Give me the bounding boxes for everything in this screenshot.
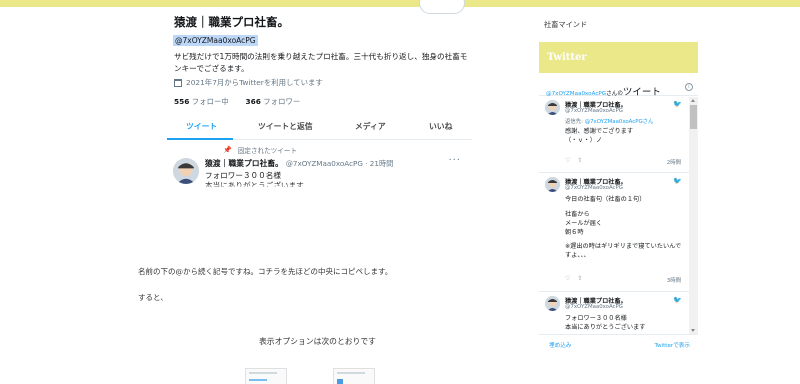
tweet-time[interactable]: 3時間 — [667, 276, 681, 284]
pinned-label-text: 固定されたツイート — [237, 147, 298, 155]
timeline-tweet[interactable]: 猿渡｜職業プロ社畜。 @7xOYZMaa0xoAcPG 🐦 今日の社畜句（社畜の… — [539, 174, 689, 292]
tweet-time[interactable]: 2時間 — [667, 158, 681, 166]
tab-tweets[interactable]: ツイート — [186, 121, 217, 132]
tweet-actions: ♡ ⇧ — [565, 275, 589, 282]
display-option-thumbnail — [245, 368, 287, 384]
fade-overlay — [167, 183, 472, 191]
tweet-text-line: 本当にありがとうございます — [565, 324, 646, 331]
share-icon[interactable]: ⇧ — [577, 275, 582, 282]
profile-bio: サビ残だけで1万時間の法則を乗り越えたプロ社畜。三十代も折り返し、独身の社畜モン… — [174, 52, 468, 73]
timeline-tweet[interactable]: 猿渡｜職業プロ社畜。 @7xOYZMaa0xoAcPG 🐦 フォロワー３００名様… — [539, 293, 689, 334]
pinned-tweet-line1: フォロワー３００名様 — [205, 171, 281, 180]
timeline-body[interactable]: 猿渡｜職業プロ社畜。 @7xOYZMaa0xoAcPG 🐦 返信先: @7xOY… — [539, 97, 698, 334]
sidebar-category-link[interactable]: 社畜マインド — [544, 20, 587, 30]
pinned-tweet-author: 猿渡｜職業プロ社畜。 @7xOYZMaa0xoAcPG · 21時間 — [205, 158, 393, 169]
avatar[interactable] — [545, 100, 560, 115]
timeline-scrollbar[interactable] — [689, 97, 698, 334]
embedded-twitter-profile: 猿渡｜職業プロ社畜。 @7xOYZMaa0xoAcPG サビ残だけで1万時間の法… — [167, 0, 472, 191]
article-caption: 表示オプションは次のとおりです — [259, 337, 376, 346]
pinned-tweet-meta: @7xOYZMaa0xoAcPG · 21時間 — [285, 159, 394, 168]
widget-title: Twitter — [547, 52, 587, 63]
following-count[interactable]: 556 — [174, 97, 189, 106]
tab-media[interactable]: メディア — [355, 121, 386, 132]
tweet-text-line: ※遅出の時はギリギリまで寝ていたいんですよ、、、 — [565, 243, 682, 259]
avatar[interactable] — [545, 296, 560, 311]
timeline-header: @7xOYZMaa0xoAcPGさんのツイート i — [539, 78, 698, 98]
tweet-text-line: 社畜から — [565, 211, 590, 218]
tweet-text-line: フォロワー３００名様 — [565, 315, 627, 322]
article-paragraph: すると、 — [138, 293, 168, 302]
timeline-footer: 埋め込み Twitterで表示 — [539, 334, 698, 352]
info-icon[interactable]: i — [685, 83, 693, 91]
pinned-tweet-label: 📌 固定されたツイート — [223, 145, 297, 155]
reply-to-handle[interactable]: @7xOYZMaa0xoAcPGさん — [585, 119, 654, 125]
tweet-actions: ♡ ⇧ — [565, 157, 589, 164]
tweet-text-line: メールが届く — [565, 220, 603, 227]
active-tab-underline — [167, 138, 233, 140]
calendar-icon — [174, 78, 182, 87]
timeline-tweet[interactable]: 猿渡｜職業プロ社畜。 @7xOYZMaa0xoAcPG 🐦 返信先: @7xOY… — [539, 97, 689, 173]
profile-tabs: ツイート ツイートと返信 メディア いいね — [167, 114, 472, 140]
reply-context: 返信先: @7xOYZMaa0xoAcPGさん — [565, 117, 653, 125]
like-icon[interactable]: ♡ — [565, 157, 570, 164]
view-on-twitter-link[interactable]: Twitterで表示 — [654, 341, 690, 349]
profile-joined-text: 2021年7月からTwitterを利用しています — [186, 78, 323, 87]
tab-tweets-and-replies[interactable]: ツイートと返信 — [258, 121, 313, 132]
tweet-author-handle: @7xOYZMaa0xoAcPG — [565, 108, 623, 114]
twitter-widget-header: Twitter — [539, 42, 698, 73]
scroll-down-icon[interactable] — [691, 329, 695, 332]
page: 猿渡｜職業プロ社畜。 @7xOYZMaa0xoAcPG サビ残だけで1万時間の法… — [0, 0, 800, 384]
reply-prefix: 返信先: — [565, 119, 585, 125]
like-icon[interactable]: ♡ — [565, 275, 570, 282]
follow-button[interactable] — [419, 0, 465, 14]
avatar[interactable] — [173, 158, 199, 184]
more-options-icon[interactable]: ··· — [448, 155, 461, 166]
timeline-header-text: @7xOYZMaa0xoAcPGさんのツイート — [546, 84, 661, 98]
tweet-author-handle: @7xOYZMaa0xoAcPG — [565, 185, 623, 191]
pin-icon: 📌 — [223, 146, 232, 154]
embed-link[interactable]: 埋め込み — [549, 341, 571, 349]
scroll-up-icon[interactable] — [691, 99, 695, 102]
twitter-timeline-widget: @7xOYZMaa0xoAcPGさんのツイート i 猿渡｜職業プロ社畜。 @7x… — [539, 78, 698, 352]
followers-count[interactable]: 366 — [245, 97, 260, 106]
tweet-author-handle: @7xOYZMaa0xoAcPG — [565, 304, 623, 310]
display-option-thumbnail — [333, 368, 375, 384]
profile-handle-selected[interactable]: @7xOYZMaa0xoAcPG — [173, 35, 258, 46]
pinned-tweet-name: 猿渡｜職業プロ社畜。 — [205, 159, 283, 168]
following-label[interactable]: フォロー中 — [192, 97, 229, 106]
tweet-text-line: 今日の社畜句（社畜の１句） — [565, 196, 646, 203]
profile-counts: 556 フォロー中 366 フォロワー — [174, 96, 300, 107]
twitter-bird-icon: 🐦 — [673, 296, 682, 304]
scrollbar-thumb[interactable] — [690, 105, 697, 129]
share-icon[interactable]: ⇧ — [577, 157, 582, 164]
profile-display-name: 猿渡｜職業プロ社畜。 — [174, 15, 289, 29]
tab-likes[interactable]: いいね — [429, 121, 452, 132]
avatar[interactable] — [545, 177, 560, 192]
tweet-text-line: （・ｖ・）ノ — [565, 137, 603, 144]
followers-label[interactable]: フォロワー — [263, 97, 300, 106]
twitter-bird-icon: 🐦 — [673, 100, 682, 108]
article-paragraph: 名前の下の@から続く記号ですね。コチラを先ほどの中央にコピペします。 — [138, 267, 393, 276]
tweet-text-line: 朝６時 — [565, 229, 584, 236]
twitter-bird-icon: 🐦 — [673, 177, 682, 185]
tweet-text-line: 感謝、感謝でござります — [565, 128, 634, 135]
profile-joined: 2021年7月からTwitterを利用しています — [174, 77, 323, 88]
